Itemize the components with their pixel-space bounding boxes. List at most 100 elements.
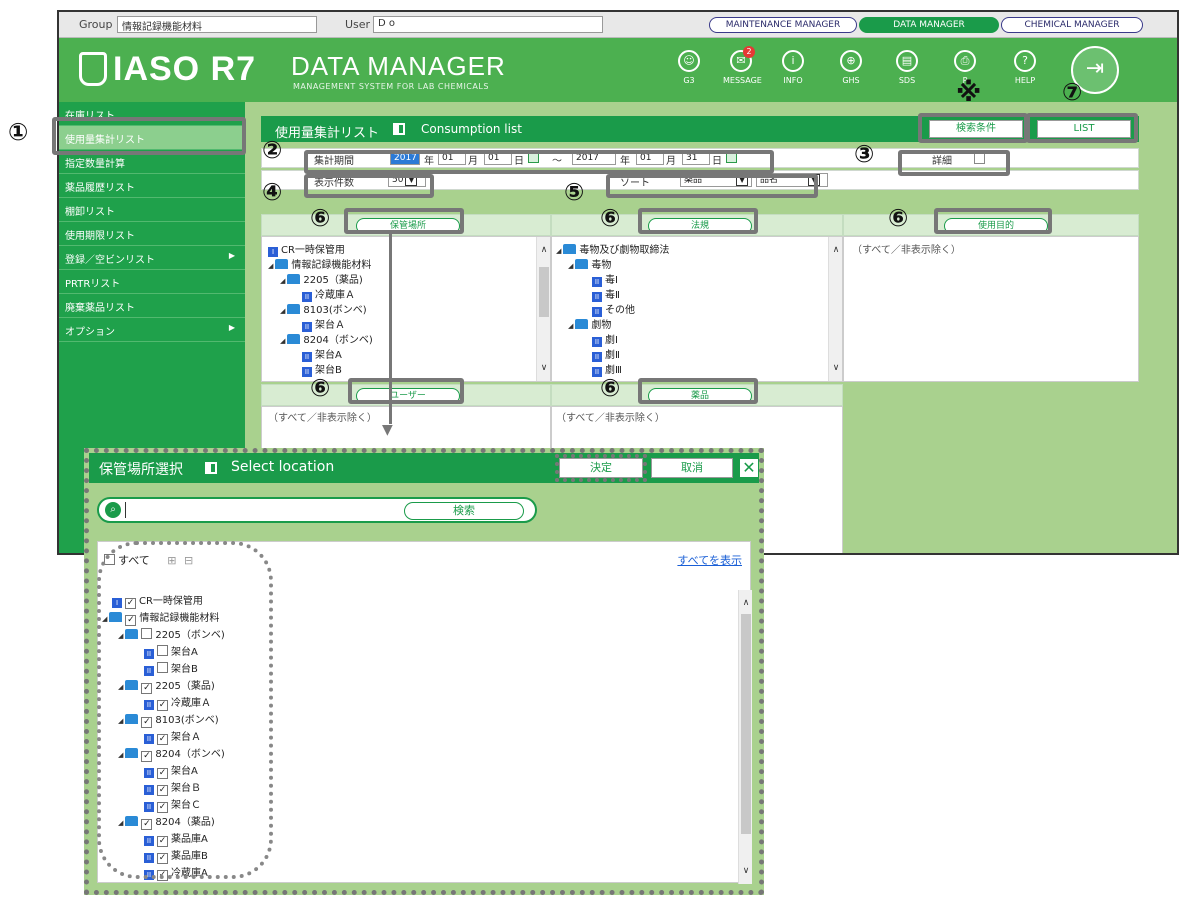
- tree-item[interactable]: ◢ 8204（ボンベ): [280, 331, 373, 346]
- chemical-placeholder: （すべて／非表示除く）: [556, 413, 665, 424]
- expand-icon: ◢: [568, 262, 574, 270]
- folder-icon: [287, 304, 301, 314]
- expand-icon: ◢: [568, 322, 574, 330]
- tree-item[interactable]: II 架台Ａ: [302, 316, 345, 332]
- g3-button[interactable]: ☺ G3: [671, 50, 707, 85]
- highlight-checkbox-tree: [97, 541, 273, 879]
- sidebar-item-prtr[interactable]: PRTRリスト: [59, 270, 245, 294]
- sidebar-item-options[interactable]: オプション ▶: [59, 318, 245, 342]
- scroll-down-icon[interactable]: ∨: [537, 363, 550, 373]
- tree-item[interactable]: ◢ 劇物: [568, 316, 611, 331]
- scroll-down-icon[interactable]: ∨: [829, 363, 842, 373]
- cancel-button[interactable]: 取消: [651, 458, 733, 478]
- info-icon: i: [782, 50, 804, 72]
- close-icon[interactable]: ✕: [739, 458, 759, 478]
- location-tree: I CR一時保管用 ◢ 情報記録機能材料 ◢ 2205（薬品) II 冷蔵庫Ａ ◢ 810…: [261, 236, 551, 382]
- tree-item[interactable]: ◢ 8103(ボンベ): [280, 301, 367, 316]
- expand-icon: ◢: [556, 247, 562, 255]
- tree-item[interactable]: II 劇Ⅱ: [592, 346, 620, 362]
- callout-7: ⑦: [1062, 78, 1083, 106]
- sidebar-item-disposal[interactable]: 廃棄薬品リスト: [59, 294, 245, 318]
- folder-icon: [287, 334, 301, 344]
- sidebar-item-expiry[interactable]: 使用期限リスト: [59, 222, 245, 246]
- law-tree: ◢ 毒物及び劇物取締法 ◢ 毒物 II 毒Ⅰ II 毒Ⅱ II その他 ◢ 劇物 II 劇Ⅰ …: [551, 236, 843, 382]
- message-button[interactable]: ✉ 2 MESSAGE: [723, 46, 762, 85]
- highlight-chemical-btn: [638, 378, 758, 404]
- search-bar: ⌕ 検索: [97, 497, 537, 523]
- connector-line: [389, 234, 392, 424]
- scroll-up-icon[interactable]: ∧: [829, 245, 842, 255]
- highlight-sidebar-item: [52, 117, 246, 155]
- help-icon: ?: [1014, 50, 1036, 72]
- sidebar-item-register[interactable]: 登録／空ビンリスト ▶: [59, 246, 245, 270]
- scroll-down-icon[interactable]: ∨: [739, 866, 752, 876]
- highlight-law-btn: [638, 208, 758, 234]
- location-scrollbar[interactable]: ∧ ∨: [536, 237, 550, 381]
- highlight-sort: [606, 174, 818, 198]
- tree-item[interactable]: II 毒Ⅱ: [592, 286, 620, 302]
- tree-item[interactable]: II 冷蔵庫Ａ: [302, 286, 355, 302]
- callout-6: ⑥: [310, 374, 331, 402]
- sds-button[interactable]: ▤ SDS: [889, 50, 925, 85]
- highlight-purpose-btn: [934, 208, 1052, 234]
- callout-2: ②: [262, 136, 283, 164]
- expand-icon: ◢: [268, 262, 274, 270]
- tree-item[interactable]: II その他: [592, 301, 635, 317]
- tree-scrollbar[interactable]: ∧ ∨: [738, 590, 752, 884]
- chemical-manager-tab[interactable]: CHEMICAL MANAGER: [1001, 17, 1143, 33]
- globe-icon: ⊕: [840, 50, 862, 72]
- group-label: Group: [79, 18, 113, 31]
- folder-icon: [287, 274, 301, 284]
- purpose-placeholder: （すべて／非表示除く）: [852, 245, 961, 256]
- tree-item[interactable]: ◢ 情報記録機能材料: [268, 256, 371, 271]
- tree-item[interactable]: ◢ 2205（薬品): [280, 271, 363, 286]
- info-button[interactable]: i INFO: [775, 50, 811, 85]
- scroll-thumb[interactable]: [539, 267, 549, 317]
- search-button[interactable]: 検索: [404, 502, 524, 520]
- expand-icon: ◢: [280, 277, 286, 285]
- scroll-up-icon[interactable]: ∧: [739, 598, 752, 608]
- logo-text: IASO R7: [113, 50, 257, 88]
- sidebar-item-stocktake[interactable]: 棚卸リスト: [59, 198, 245, 222]
- tree-item[interactable]: ◢ 毒物: [568, 256, 611, 271]
- tree-item[interactable]: II 劇Ⅰ: [592, 331, 618, 347]
- page-title-en: Consumption list: [421, 122, 522, 136]
- app-header: IASO R7 DATA MANAGER MANAGEMENT SYSTEM F…: [59, 38, 1177, 102]
- highlight-location-btn: [344, 208, 464, 234]
- sidebar-item-history[interactable]: 薬品履歴リスト: [59, 174, 245, 198]
- app-title: DATA MANAGER: [291, 51, 506, 81]
- highlight-period: [304, 150, 774, 174]
- iaso-logo-icon: [79, 52, 107, 86]
- tree-item[interactable]: II 架台A: [302, 346, 342, 362]
- screenshot-stage: Group 情報記録機能材料 User D o MAINTENANCE MANA…: [0, 0, 1179, 897]
- arrow-down-icon: ▼: [382, 422, 393, 438]
- help-button[interactable]: ? HELP: [1007, 50, 1043, 85]
- scroll-thumb[interactable]: [741, 614, 751, 834]
- divider-icon: [393, 123, 405, 135]
- tree-item[interactable]: II 毒Ⅰ: [592, 271, 618, 287]
- search-icon: ⌕: [105, 502, 121, 518]
- folder-icon: [275, 259, 289, 269]
- purpose-list: （すべて／非表示除く）: [843, 236, 1139, 382]
- law-scrollbar[interactable]: ∧ ∨: [828, 237, 842, 381]
- expand-icon: ◢: [280, 337, 286, 345]
- print-icon: ⎙: [954, 50, 976, 72]
- scroll-up-icon[interactable]: ∧: [537, 245, 550, 255]
- group-field[interactable]: 情報記録機能材料: [117, 16, 317, 33]
- tree-item[interactable]: ◢ 毒物及び劇物取締法: [556, 241, 669, 256]
- tree-item[interactable]: I CR一時保管用: [268, 241, 345, 257]
- data-manager-tab[interactable]: DATA MANAGER: [859, 17, 999, 33]
- ok-button[interactable]: 決定: [555, 454, 647, 482]
- user-label: User: [345, 18, 371, 31]
- callout-4: ④: [262, 178, 283, 206]
- user-field[interactable]: D o: [373, 16, 603, 33]
- folder-icon: [575, 319, 589, 329]
- search-input[interactable]: [125, 502, 395, 518]
- page-title: 使用量集計リスト: [275, 126, 380, 141]
- show-all-link[interactable]: すべてを表示: [677, 552, 742, 568]
- maintenance-manager-tab[interactable]: MAINTENANCE MANAGER: [709, 17, 857, 33]
- ghs-button[interactable]: ⊕ GHS: [833, 50, 869, 85]
- select-location-modal: 保管場所選択 Select location 決定 取消 ✕ ⌕ 検索 すべて …: [84, 448, 764, 895]
- callout-6: ⑥: [888, 204, 909, 232]
- callout-6: ⑥: [600, 374, 621, 402]
